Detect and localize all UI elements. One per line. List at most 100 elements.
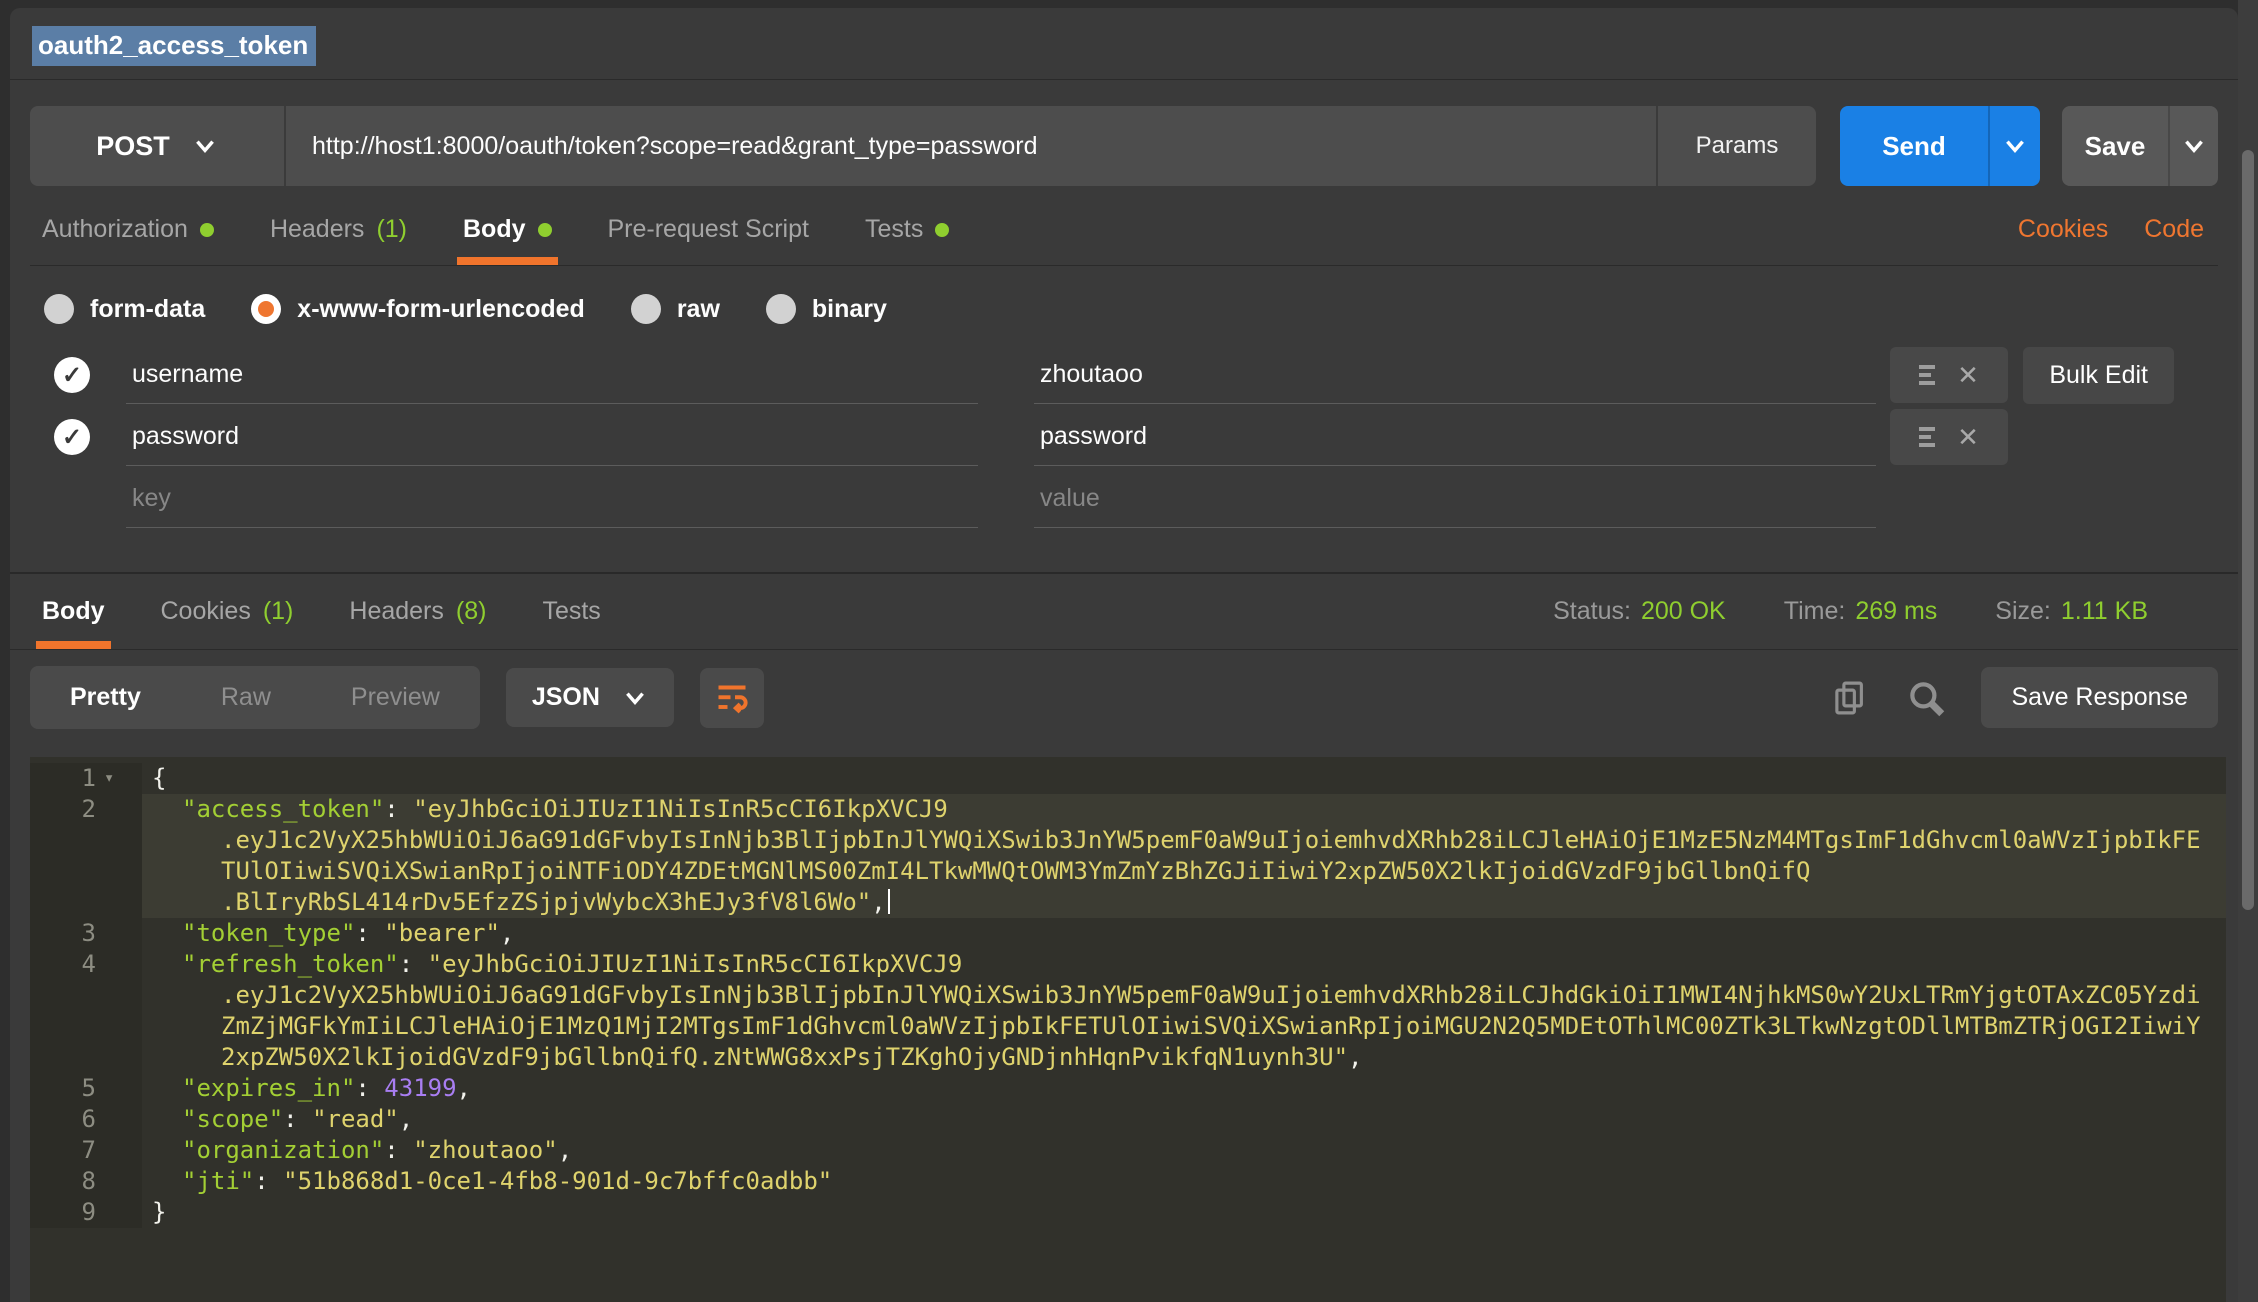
token-key: "access_token"	[182, 795, 384, 823]
token-plain: ,	[558, 1136, 572, 1164]
params-button[interactable]: Params	[1656, 106, 1816, 186]
drag-handle-icon[interactable]	[1919, 427, 1935, 447]
body-mode-selector: form-data x-www-form-urlencoded raw binary	[30, 266, 2218, 338]
key-input[interactable]: password	[126, 408, 978, 466]
line-number	[30, 980, 96, 1011]
request-tab-label: Tests	[865, 215, 923, 244]
response-tab-label: Body	[42, 597, 105, 626]
key-input[interactable]: key	[126, 470, 978, 528]
line-number: 6	[30, 1104, 96, 1135]
fold-spacer	[96, 949, 136, 980]
delete-row-button[interactable]: ✕	[1957, 424, 1979, 450]
token-str: "read"	[312, 1105, 399, 1133]
bulk-edit-button[interactable]: Bulk Edit	[2023, 347, 2174, 404]
code-link[interactable]: Code	[2144, 215, 2204, 244]
code-line: 2xpZW50X2lkIjoidGVzdF9jbGllbnQifQ.zNtWWG…	[30, 1042, 2226, 1073]
request-title[interactable]: oauth2_access_token	[32, 26, 316, 66]
row-controls: ✕	[1890, 347, 2008, 403]
request-tab-tests[interactable]: Tests	[865, 194, 949, 265]
code-line: 4"refresh_token": "eyJhbGciOiJIUzI1NiIsI…	[30, 949, 2226, 980]
fold-spacer	[96, 887, 136, 918]
token-plain: ,	[1348, 1043, 1362, 1071]
meta-label: Size:	[1995, 597, 2051, 625]
token-str: .eyJ1c2VyX25hbWUiOiJ6aG91dGFvbyIsInNjb3B…	[221, 826, 2201, 854]
save-options-button[interactable]	[2168, 106, 2218, 186]
line-number	[30, 825, 96, 856]
token-plain: }	[152, 1198, 166, 1226]
fold-spacer	[96, 856, 136, 887]
token-plain: :	[254, 1167, 283, 1195]
line-number: 3	[30, 918, 96, 949]
line-number: 5	[30, 1073, 96, 1104]
view-mode-pretty[interactable]: Pretty	[30, 666, 181, 729]
body-mode-radio-form-data[interactable]: form-data	[44, 294, 205, 324]
view-mode-raw[interactable]: Raw	[181, 666, 311, 729]
body-mode-radio-x-www-form-urlencoded[interactable]: x-www-form-urlencoded	[251, 294, 585, 324]
code-line: 5"expires_in": 43199,	[30, 1073, 2226, 1104]
drag-handle-icon[interactable]	[1919, 365, 1935, 385]
key-input[interactable]: username	[126, 346, 978, 404]
token-plain: ,	[457, 1074, 471, 1102]
row-checkbox[interactable]: ✓	[54, 419, 90, 455]
form-data-row: ✓ password password ✕	[30, 406, 2218, 468]
fold-spacer	[96, 1135, 136, 1166]
fold-spacer	[96, 1042, 136, 1073]
row-checkbox[interactable]: ✓	[54, 357, 90, 393]
save-response-button[interactable]: Save Response	[1981, 667, 2218, 728]
fold-toggle-icon[interactable]: ▾	[96, 763, 136, 794]
wrap-text-button[interactable]	[700, 668, 764, 728]
line-gutter	[30, 1011, 142, 1042]
token-plain: ,	[399, 1105, 413, 1133]
response-tab-label: Headers	[349, 597, 444, 626]
fold-spacer	[96, 1197, 136, 1228]
value-input[interactable]: zhoutaoo	[1034, 346, 1876, 404]
urlencoded-editor: ✓ username zhoutaoo ✕ Bulk Edit ✓ password pass…	[30, 338, 2218, 534]
code-line: 6 "scope": "read",	[30, 1104, 2226, 1135]
body-mode-radio-binary[interactable]: binary	[766, 294, 887, 324]
send-button[interactable]: Send	[1840, 106, 1988, 186]
meta-value: 1.11 KB	[2061, 597, 2148, 625]
method-dropdown[interactable]: POST	[30, 106, 286, 186]
fold-spacer	[96, 1073, 136, 1104]
checkbox-cell: ✓	[30, 419, 126, 455]
scrollbar-thumb[interactable]	[2242, 150, 2254, 910]
token-str: .eyJ1c2VyX25hbWUiOiJ6aG91dGFvbyIsInNjb3B…	[221, 981, 2201, 1009]
response-body-editor[interactable]: 1▾{2"access_token": "eyJhbGciOiJIUzI1NiI…	[30, 757, 2226, 1302]
token-key: "token_type"	[182, 919, 355, 947]
token-key: "expires_in"	[182, 1074, 355, 1102]
value-input[interactable]: value	[1034, 470, 1876, 528]
url-input[interactable]: http://host1:8000/oauth/token?scope=read…	[286, 106, 1656, 186]
copy-button[interactable]	[1829, 677, 1871, 719]
response-tab-cookies[interactable]: Cookies(1)	[161, 574, 294, 649]
body-mode-radio-raw[interactable]: raw	[631, 294, 720, 324]
form-data-row: ✓ username zhoutaoo ✕ Bulk Edit	[30, 344, 2218, 406]
code-text: "scope": "read",	[142, 1104, 2226, 1135]
chevron-down-icon	[192, 133, 218, 159]
request-tab-pre-request-script[interactable]: Pre-request Script	[608, 194, 809, 265]
request-tab-authorization[interactable]: Authorization	[42, 194, 214, 265]
save-button[interactable]: Save	[2062, 106, 2168, 186]
postman-window: oauth2_access_token POST http://host1:80…	[0, 0, 2258, 1302]
send-options-button[interactable]	[1988, 106, 2040, 186]
cookies-link[interactable]: Cookies	[2018, 215, 2108, 244]
search-button[interactable]	[1905, 677, 1947, 719]
response-tab-body[interactable]: Body	[42, 574, 105, 649]
line-number: 8	[30, 1166, 96, 1197]
format-dropdown[interactable]: JSON	[506, 668, 674, 727]
status-badge: Status:200 OK	[1553, 597, 1726, 626]
line-gutter	[30, 856, 142, 887]
request-tab-headers[interactable]: Headers(1)	[270, 194, 407, 265]
format-label: JSON	[532, 683, 600, 712]
line-number: 4	[30, 949, 96, 980]
line-number	[30, 856, 96, 887]
meta-value: 269 ms	[1855, 597, 1937, 625]
response-tab-headers[interactable]: Headers (8)	[349, 574, 486, 649]
line-gutter: 6	[30, 1104, 142, 1135]
request-tab-body[interactable]: Body	[463, 194, 552, 265]
token-str: "eyJhbGciOiJIUzI1NiIsInR5cCI6IkpXVCJ9	[428, 950, 963, 978]
view-mode-preview[interactable]: Preview	[311, 666, 480, 729]
response-tab-tests[interactable]: Tests	[542, 574, 600, 649]
value-input[interactable]: password	[1034, 408, 1876, 466]
response-tab-count: (8)	[456, 597, 487, 626]
delete-row-button[interactable]: ✕	[1957, 362, 1979, 388]
